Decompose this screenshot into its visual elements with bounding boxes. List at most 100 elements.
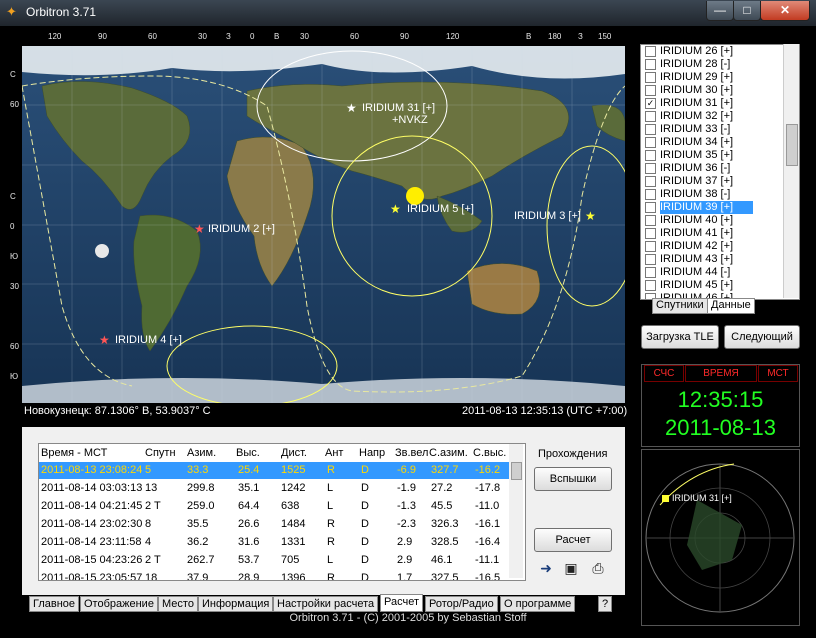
checkbox[interactable] bbox=[645, 202, 656, 213]
list-item[interactable]: IRIDIUM 35 [+] bbox=[643, 149, 783, 162]
col-header[interactable]: Ант bbox=[325, 447, 343, 459]
list-item[interactable]: IRIDIUM 26 [+] bbox=[643, 45, 783, 58]
world-map[interactable]: ★ IRIDIUM 31 [+] +NVKZ ★ IRIDIUM 5 [+] ★… bbox=[22, 46, 625, 403]
satellite-list[interactable]: IRIDIUM 26 [+] IRIDIUM 28 [-] IRIDIUM 29… bbox=[640, 44, 800, 300]
calculate-button[interactable]: Расчет bbox=[534, 528, 612, 552]
tab-calc-settings[interactable]: Настройки расчета bbox=[273, 596, 379, 612]
print-icon[interactable]: ⎙ bbox=[590, 560, 606, 576]
checkbox-checked[interactable]: ✓ bbox=[645, 98, 656, 109]
checkbox[interactable] bbox=[645, 59, 656, 70]
list-item[interactable]: IRIDIUM 41 [+] bbox=[643, 227, 783, 240]
checkbox[interactable] bbox=[645, 72, 656, 83]
save-icon[interactable]: ▣ bbox=[563, 560, 579, 576]
list-item[interactable]: IRIDIUM 29 [+] bbox=[643, 71, 783, 84]
tab-main[interactable]: Главное bbox=[29, 596, 80, 612]
tab-satellites[interactable]: Спутники bbox=[652, 298, 708, 314]
col-header[interactable]: Спутн bbox=[145, 447, 176, 459]
flashes-button[interactable]: Вспышки bbox=[534, 467, 612, 491]
list-item[interactable]: IRIDIUM 34 [+] bbox=[643, 136, 783, 149]
checkbox[interactable] bbox=[645, 137, 656, 148]
col-header[interactable]: Азим. bbox=[187, 447, 216, 459]
scrollbar-thumb[interactable] bbox=[511, 462, 522, 480]
checkbox[interactable] bbox=[645, 163, 656, 174]
list-item[interactable]: IRIDIUM 32 [+] bbox=[643, 110, 783, 123]
list-item[interactable]: IRIDIUM 33 [-] bbox=[643, 123, 783, 136]
clock-header-center[interactable]: ВРЕМЯ bbox=[685, 365, 757, 382]
arrow-right-icon[interactable]: ➜ bbox=[538, 560, 554, 576]
table-row[interactable]: 2011-08-14 23:02:30 8 35.5 26.6 1484 R D… bbox=[39, 516, 511, 533]
list-item[interactable]: IRIDIUM 30 [+] bbox=[643, 84, 783, 97]
list-item[interactable]: IRIDIUM 37 [+] bbox=[643, 175, 783, 188]
tab-display[interactable]: Отображение bbox=[80, 596, 158, 612]
table-row[interactable]: 2011-08-14 04:21:45 2 T 259.0 64.4 638 L… bbox=[39, 498, 511, 515]
tab-calculation[interactable]: Расчет bbox=[380, 594, 423, 612]
col-header[interactable]: Напр bbox=[359, 447, 385, 459]
table-row[interactable]: 2011-08-15 23:05:57 18 37.9 28.9 1396 R … bbox=[39, 570, 511, 580]
maximize-button[interactable]: □ bbox=[733, 1, 761, 21]
list-item[interactable]: ✓ IRIDIUM 31 [+] bbox=[643, 97, 783, 110]
list-item[interactable]: IRIDIUM 40 [+] bbox=[643, 214, 783, 227]
tab-information[interactable]: Информация bbox=[198, 596, 274, 612]
checkbox[interactable] bbox=[645, 254, 656, 265]
list-item[interactable]: IRIDIUM 36 [-] bbox=[643, 162, 783, 175]
list-item[interactable]: IRIDIUM 28 [-] bbox=[643, 58, 783, 71]
tab-rotor-radio[interactable]: Ротор/Радио bbox=[425, 596, 498, 612]
checkbox[interactable] bbox=[645, 189, 656, 200]
tab-help[interactable]: ? bbox=[598, 596, 613, 612]
list-item[interactable]: IRIDIUM 44 [-] bbox=[643, 266, 783, 279]
list-item[interactable]: IRIDIUM 38 [-] bbox=[643, 188, 783, 201]
satellite-marker-icon[interactable]: ★ bbox=[194, 222, 205, 236]
load-tle-button[interactable]: Загрузка TLE bbox=[641, 325, 719, 349]
radar-satellite-label: IRIDIUM 31 [+] bbox=[672, 493, 732, 503]
table-row[interactable]: 2011-08-14 23:11:58 4 36.2 31.6 1331 R D… bbox=[39, 534, 511, 551]
satellite-list-scrollbar[interactable] bbox=[783, 44, 799, 298]
col-header[interactable]: С.выс. bbox=[473, 447, 506, 459]
satellite-marker-icon[interactable]: ★ bbox=[585, 209, 596, 223]
tab-data[interactable]: Данные bbox=[707, 298, 755, 314]
table-row[interactable]: 2011-08-14 03:03:13 13 299.8 35.1 1242 L… bbox=[39, 480, 511, 497]
checkbox[interactable] bbox=[645, 124, 656, 135]
tick-label: 90 bbox=[400, 32, 409, 41]
list-item[interactable]: IRIDIUM 42 [+] bbox=[643, 240, 783, 253]
satellite-marker-icon[interactable]: ★ bbox=[346, 101, 357, 115]
cell: 1331 bbox=[281, 536, 306, 548]
checkbox[interactable] bbox=[645, 228, 656, 239]
col-header[interactable]: Зв.вел bbox=[395, 447, 428, 459]
col-header[interactable]: С.азим. bbox=[429, 447, 468, 459]
checkbox[interactable] bbox=[645, 150, 656, 161]
checkbox[interactable] bbox=[645, 280, 656, 291]
checkbox[interactable] bbox=[645, 215, 656, 226]
col-header[interactable]: Выс. bbox=[236, 447, 260, 459]
minimize-button[interactable]: — bbox=[706, 1, 734, 21]
list-item[interactable]: IRIDIUM 45 [+] bbox=[643, 279, 783, 292]
cell: 2011-08-15 04:23:26 bbox=[41, 554, 143, 566]
table-row[interactable]: 2011-08-13 23:08:24 5 33.3 25.4 1525 R D… bbox=[39, 462, 511, 479]
checkbox[interactable] bbox=[645, 176, 656, 187]
cell: -16.2 bbox=[475, 464, 501, 476]
passes-table-scrollbar[interactable] bbox=[509, 444, 523, 578]
col-header[interactable]: Время - МСТ bbox=[41, 447, 107, 459]
tab-about[interactable]: О программе bbox=[500, 596, 576, 612]
next-button[interactable]: Следующий bbox=[724, 325, 800, 349]
tick-label: 120 bbox=[446, 32, 460, 41]
list-item[interactable]: IRIDIUM 43 [+] bbox=[643, 253, 783, 266]
checkbox[interactable] bbox=[645, 111, 656, 122]
checkbox[interactable] bbox=[645, 85, 656, 96]
list-item-label: IRIDIUM 31 [+] bbox=[660, 97, 734, 109]
scrollbar-thumb[interactable] bbox=[786, 124, 798, 166]
radar-panel[interactable]: IRIDIUM 31 [+] bbox=[641, 449, 800, 626]
table-row[interactable]: 2011-08-15 04:23:26 2 T 262.7 53.7 705 L… bbox=[39, 552, 511, 569]
cell: 1525 bbox=[281, 464, 306, 476]
satellite-marker-icon[interactable]: ★ bbox=[390, 202, 401, 216]
list-item-selected[interactable]: IRIDIUM 39 [+] bbox=[643, 201, 783, 214]
clock-header-right[interactable]: МСТ bbox=[758, 365, 798, 382]
checkbox[interactable] bbox=[645, 46, 656, 57]
close-button[interactable]: ✕ bbox=[760, 1, 810, 21]
checkbox[interactable] bbox=[645, 241, 656, 252]
tab-location[interactable]: Место bbox=[158, 596, 198, 612]
satellite-marker-icon[interactable]: ★ bbox=[99, 333, 110, 347]
col-header[interactable]: Дист. bbox=[281, 447, 307, 459]
clock-header-left[interactable]: СЧС bbox=[644, 365, 684, 382]
passes-table[interactable]: Время - МСТ Спутн Азим. Выс. Дист. Ант Н… bbox=[38, 443, 526, 581]
checkbox[interactable] bbox=[645, 267, 656, 278]
